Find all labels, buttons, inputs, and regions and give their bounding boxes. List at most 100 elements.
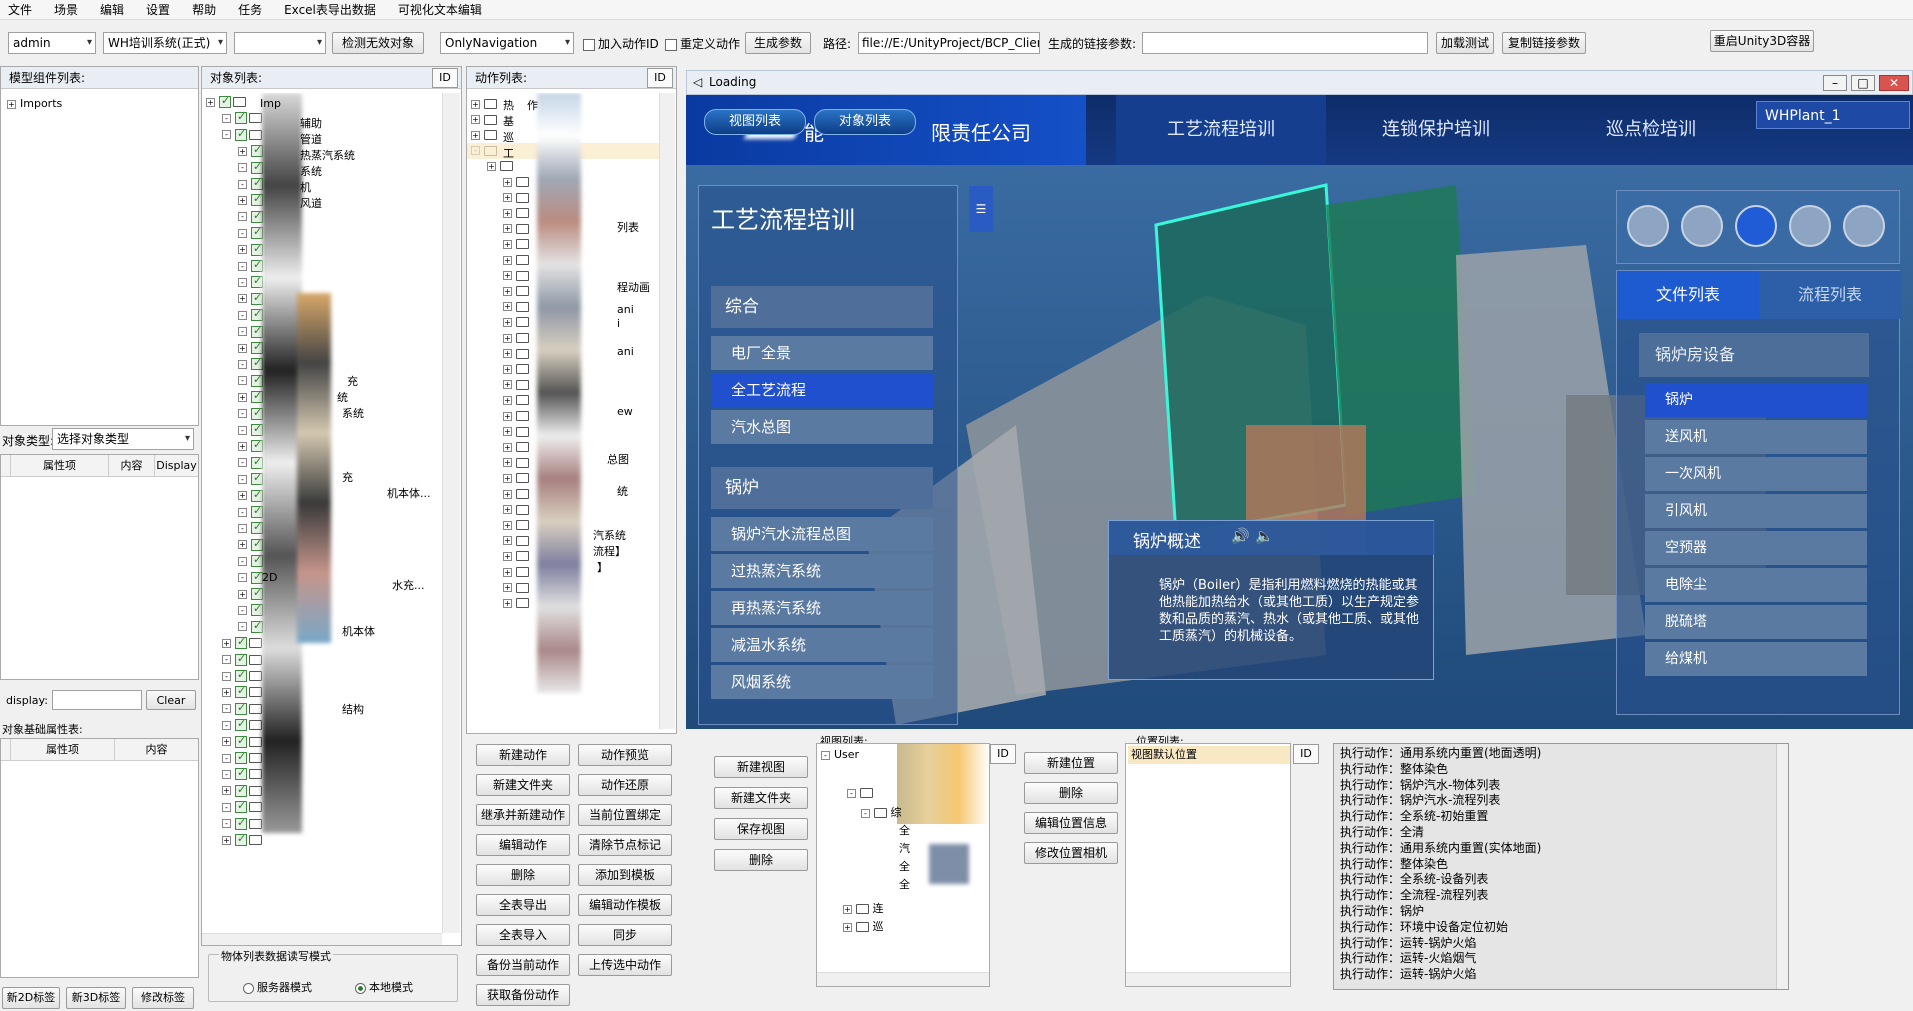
- object-tree-row[interactable]: -: [222, 717, 262, 734]
- action-button[interactable]: 删除: [476, 864, 570, 886]
- action-tree-row[interactable]: +: [503, 175, 529, 191]
- new-2d-tag-button[interactable]: 新2D标签: [2, 987, 60, 1009]
- menu-edit[interactable]: 编辑: [100, 1, 124, 18]
- user-select[interactable]: admin: [8, 32, 96, 54]
- object-root-label[interactable]: Imp: [260, 97, 281, 113]
- action-tree-row[interactable]: +: [503, 581, 529, 597]
- menu-help[interactable]: 帮助: [192, 1, 216, 18]
- object-tree-row[interactable]: -: [222, 110, 262, 127]
- action-tree-row[interactable]: +: [503, 347, 529, 363]
- action-tree-label[interactable]: 工: [503, 145, 514, 161]
- action-button[interactable]: 编辑动作: [476, 834, 570, 856]
- object-tree-row[interactable]: -: [222, 816, 262, 833]
- nav-inspection-training[interactable]: 巡点检培训: [1546, 95, 1756, 165]
- action-tree-row[interactable]: +: [503, 487, 529, 503]
- action-tree-row[interactable]: +: [503, 456, 529, 472]
- equipment-item[interactable]: 送风机: [1645, 420, 1867, 454]
- action-button[interactable]: 清除节点标记: [578, 834, 672, 856]
- action-tree-row[interactable]: +: [487, 159, 513, 175]
- action-tree-row[interactable]: +: [503, 471, 529, 487]
- object-list-tab[interactable]: 对象列表: [814, 109, 916, 135]
- action-button[interactable]: 编辑动作模板: [578, 894, 672, 916]
- action-tree-row[interactable]: +: [503, 378, 529, 394]
- generate-params-button[interactable]: 生成参数: [745, 32, 811, 54]
- action-button[interactable]: 上传选中动作: [578, 954, 672, 976]
- action-button[interactable]: 继承并新建动作: [476, 804, 570, 826]
- log-scrollbar[interactable]: [1776, 744, 1788, 989]
- view-node-3[interactable]: + 连: [843, 900, 884, 916]
- equipment-group-header[interactable]: 锅炉房设备: [1639, 333, 1869, 377]
- action-tree-label[interactable]: 总图: [607, 451, 629, 467]
- object-tree-label[interactable]: 结构: [342, 701, 364, 717]
- menu-scene[interactable]: 场景: [54, 1, 78, 18]
- speaker-mute-icon[interactable]: 🔈: [1255, 527, 1274, 545]
- minimize-icon[interactable]: –: [1823, 75, 1847, 91]
- action-tree-label[interactable]: i: [617, 317, 620, 333]
- screenshot-icon[interactable]: [1843, 205, 1885, 247]
- equipment-item[interactable]: 脱硫塔: [1645, 605, 1867, 639]
- action-tree-row[interactable]: +: [503, 206, 529, 222]
- menu-toggle-icon[interactable]: ☰: [969, 186, 993, 232]
- action-log[interactable]: 执行动作：通用系统内重置(地面透明) 执行动作：整体染色 执行动作：锅炉汽水-物体列…: [1333, 743, 1789, 990]
- building-icon[interactable]: [1627, 205, 1669, 247]
- action-list-id-button[interactable]: ID: [647, 68, 673, 88]
- speaker-on-icon[interactable]: 🔊: [1231, 527, 1250, 545]
- action-tree-label[interactable]: 程动画: [617, 279, 650, 295]
- action-tree-label[interactable]: 列表: [617, 219, 639, 235]
- action-tree-row[interactable]: +: [503, 518, 529, 534]
- object-tree-label[interactable]: 风道: [300, 195, 322, 211]
- section-item[interactable]: 再热蒸汽系统: [711, 591, 933, 625]
- section-item[interactable]: 全工艺流程: [711, 373, 933, 407]
- action-button[interactable]: 当前位置绑定: [578, 804, 672, 826]
- action-tree-label[interactable]: 统: [617, 483, 628, 499]
- action-button[interactable]: 全表导入: [476, 924, 570, 946]
- view-node-2[interactable]: - 综: [861, 804, 902, 820]
- view-button[interactable]: 删除: [714, 849, 808, 871]
- action-tree-label[interactable]: ew: [617, 405, 633, 421]
- position-button[interactable]: 新建位置: [1024, 752, 1118, 774]
- local-mode-radio[interactable]: 本地模式: [355, 979, 413, 995]
- stop-icon[interactable]: [1735, 205, 1777, 247]
- imports-node[interactable]: + Imports: [7, 97, 62, 110]
- object-tree-row[interactable]: +: [222, 783, 262, 800]
- action-tree-label[interactable]: 基: [503, 113, 514, 129]
- action-tree-row[interactable]: +: [503, 284, 529, 300]
- action-tree-row[interactable]: +: [503, 237, 529, 253]
- edit-tag-button[interactable]: 修改标签: [132, 987, 194, 1009]
- action-tree-row[interactable]: +: [503, 409, 529, 425]
- action-tree-row[interactable]: +: [503, 503, 529, 519]
- section-header[interactable]: 锅炉: [711, 467, 933, 509]
- object-list-id-button[interactable]: ID: [432, 68, 458, 88]
- view-button[interactable]: 新建视图: [714, 756, 808, 778]
- menu-settings[interactable]: 设置: [146, 1, 170, 18]
- load-test-button[interactable]: 加载测试: [1436, 32, 1494, 54]
- action-button[interactable]: 获取备份动作: [476, 984, 570, 1006]
- action-tree-row[interactable]: +: [471, 128, 497, 144]
- section-item[interactable]: 风烟系统: [711, 665, 933, 699]
- position-button[interactable]: 修改位置相机: [1024, 842, 1118, 864]
- menu-visual-text-edit[interactable]: 可视化文本编辑: [398, 1, 482, 18]
- action-tree-row[interactable]: +: [503, 269, 529, 285]
- object-tree-hscrollbar[interactable]: [202, 933, 442, 945]
- action-tree-row[interactable]: +: [503, 331, 529, 347]
- plant-select[interactable]: WHPlant_1: [1756, 101, 1910, 129]
- action-tree[interactable]: +++-+++++++++++++++++++++++++++++热作基巡工列表…: [467, 93, 659, 729]
- object-tree-label[interactable]: 机: [300, 179, 311, 195]
- action-tree-row[interactable]: +: [503, 222, 529, 238]
- action-tree-row[interactable]: +: [471, 97, 497, 113]
- section-item[interactable]: 电厂全景: [711, 336, 933, 370]
- view-button[interactable]: 保存视图: [714, 818, 808, 840]
- object-tree-row[interactable]: -: [222, 766, 262, 783]
- section-item[interactable]: 过热蒸汽系统: [711, 554, 933, 588]
- action-tree-label[interactable]: ani: [617, 345, 634, 361]
- view-id-button[interactable]: ID: [990, 744, 1016, 764]
- action-tree-row[interactable]: +: [503, 425, 529, 441]
- equipment-item[interactable]: 引风机: [1645, 494, 1867, 528]
- action-tree-row[interactable]: +: [503, 362, 529, 378]
- object-tree-scrollbar[interactable]: [442, 93, 460, 933]
- action-button[interactable]: 动作还原: [578, 774, 672, 796]
- object-tree-row[interactable]: +: [206, 94, 246, 111]
- position-button[interactable]: 编辑位置信息: [1024, 812, 1118, 834]
- action-tree-scrollbar[interactable]: [659, 93, 675, 729]
- object-tree-row[interactable]: -: [222, 799, 262, 816]
